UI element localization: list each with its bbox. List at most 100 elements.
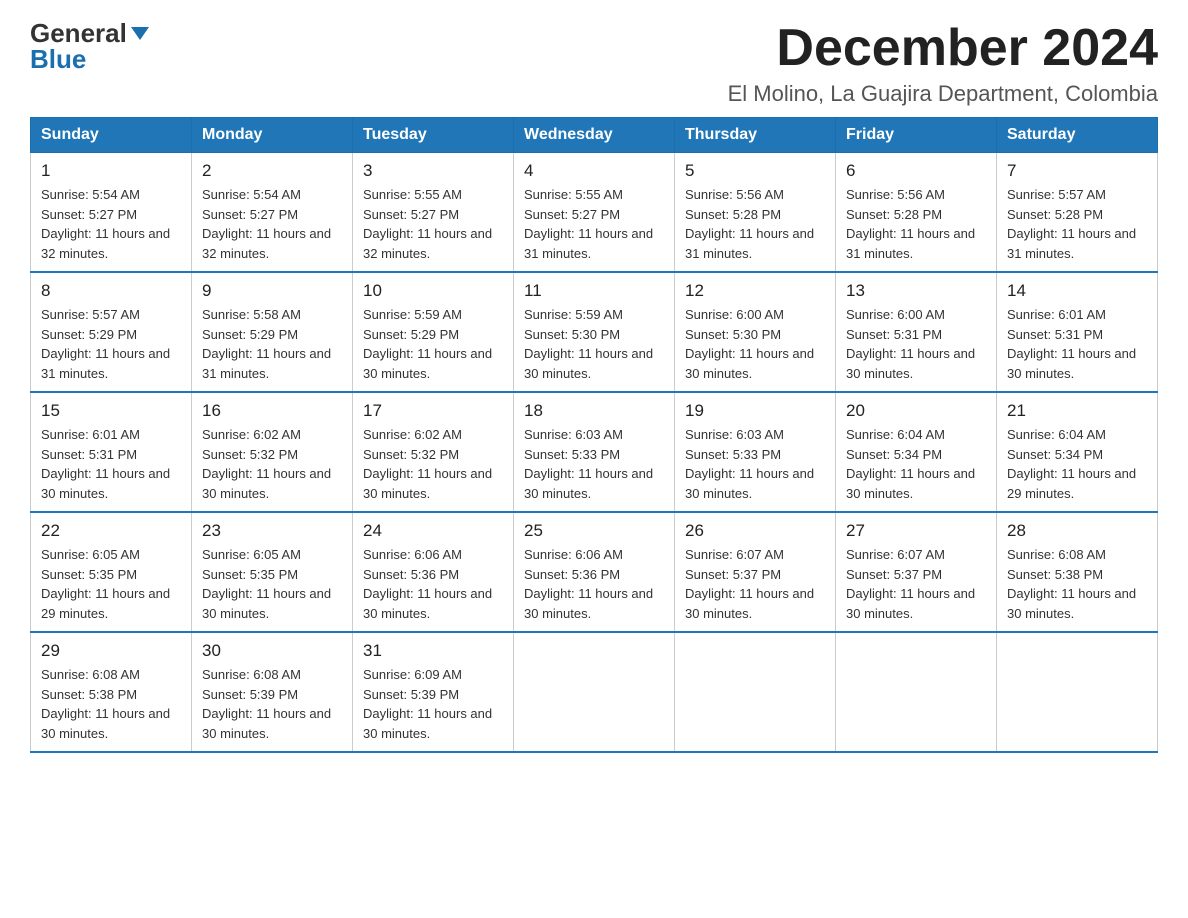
day-number: 13 — [846, 281, 986, 301]
day-info: Sunrise: 6:05 AMSunset: 5:35 PMDaylight:… — [202, 545, 342, 623]
day-number: 7 — [1007, 161, 1147, 181]
calendar-cell: 18 Sunrise: 6:03 AMSunset: 5:33 PMDaylig… — [514, 392, 675, 512]
calendar-cell — [675, 632, 836, 752]
calendar-cell: 15 Sunrise: 6:01 AMSunset: 5:31 PMDaylig… — [31, 392, 192, 512]
calendar-cell — [514, 632, 675, 752]
day-number: 5 — [685, 161, 825, 181]
day-info: Sunrise: 5:55 AMSunset: 5:27 PMDaylight:… — [524, 185, 664, 263]
calendar-cell: 20 Sunrise: 6:04 AMSunset: 5:34 PMDaylig… — [836, 392, 997, 512]
calendar-cell: 21 Sunrise: 6:04 AMSunset: 5:34 PMDaylig… — [997, 392, 1158, 512]
day-number: 29 — [41, 641, 181, 661]
day-info: Sunrise: 5:59 AMSunset: 5:29 PMDaylight:… — [363, 305, 503, 383]
day-number: 14 — [1007, 281, 1147, 301]
calendar-cell: 3 Sunrise: 5:55 AMSunset: 5:27 PMDayligh… — [353, 153, 514, 273]
calendar-cell: 29 Sunrise: 6:08 AMSunset: 5:38 PMDaylig… — [31, 632, 192, 752]
calendar-cell — [997, 632, 1158, 752]
day-number: 8 — [41, 281, 181, 301]
day-info: Sunrise: 6:05 AMSunset: 5:35 PMDaylight:… — [41, 545, 181, 623]
day-number: 23 — [202, 521, 342, 541]
day-number: 30 — [202, 641, 342, 661]
calendar-cell: 11 Sunrise: 5:59 AMSunset: 5:30 PMDaylig… — [514, 272, 675, 392]
calendar-cell: 16 Sunrise: 6:02 AMSunset: 5:32 PMDaylig… — [192, 392, 353, 512]
header-cell-monday: Monday — [192, 118, 353, 153]
calendar-cell: 31 Sunrise: 6:09 AMSunset: 5:39 PMDaylig… — [353, 632, 514, 752]
day-number: 25 — [524, 521, 664, 541]
calendar-cell: 9 Sunrise: 5:58 AMSunset: 5:29 PMDayligh… — [192, 272, 353, 392]
calendar-cell — [836, 632, 997, 752]
page-subtitle: El Molino, La Guajira Department, Colomb… — [728, 81, 1158, 107]
day-number: 11 — [524, 281, 664, 301]
day-info: Sunrise: 6:01 AMSunset: 5:31 PMDaylight:… — [1007, 305, 1147, 383]
day-number: 28 — [1007, 521, 1147, 541]
day-number: 19 — [685, 401, 825, 421]
day-info: Sunrise: 6:02 AMSunset: 5:32 PMDaylight:… — [363, 425, 503, 503]
day-info: Sunrise: 5:57 AMSunset: 5:29 PMDaylight:… — [41, 305, 181, 383]
day-number: 21 — [1007, 401, 1147, 421]
day-number: 17 — [363, 401, 503, 421]
day-info: Sunrise: 6:07 AMSunset: 5:37 PMDaylight:… — [846, 545, 986, 623]
header: General Blue December 2024 El Molino, La… — [30, 20, 1158, 107]
day-number: 26 — [685, 521, 825, 541]
logo: General Blue — [30, 20, 149, 72]
week-row-1: 1 Sunrise: 5:54 AMSunset: 5:27 PMDayligh… — [31, 153, 1158, 273]
calendar-cell: 12 Sunrise: 6:00 AMSunset: 5:30 PMDaylig… — [675, 272, 836, 392]
calendar-cell: 26 Sunrise: 6:07 AMSunset: 5:37 PMDaylig… — [675, 512, 836, 632]
calendar-cell: 27 Sunrise: 6:07 AMSunset: 5:37 PMDaylig… — [836, 512, 997, 632]
calendar-cell: 25 Sunrise: 6:06 AMSunset: 5:36 PMDaylig… — [514, 512, 675, 632]
day-info: Sunrise: 5:59 AMSunset: 5:30 PMDaylight:… — [524, 305, 664, 383]
logo-top-text: General — [30, 20, 149, 46]
day-number: 3 — [363, 161, 503, 181]
day-info: Sunrise: 6:02 AMSunset: 5:32 PMDaylight:… — [202, 425, 342, 503]
header-cell-friday: Friday — [836, 118, 997, 153]
day-info: Sunrise: 5:58 AMSunset: 5:29 PMDaylight:… — [202, 305, 342, 383]
day-info: Sunrise: 5:55 AMSunset: 5:27 PMDaylight:… — [363, 185, 503, 263]
calendar-cell: 8 Sunrise: 5:57 AMSunset: 5:29 PMDayligh… — [31, 272, 192, 392]
header-row: SundayMondayTuesdayWednesdayThursdayFrid… — [31, 118, 1158, 153]
calendar-cell: 7 Sunrise: 5:57 AMSunset: 5:28 PMDayligh… — [997, 153, 1158, 273]
day-info: Sunrise: 6:08 AMSunset: 5:38 PMDaylight:… — [41, 665, 181, 743]
header-cell-sunday: Sunday — [31, 118, 192, 153]
calendar-cell: 24 Sunrise: 6:06 AMSunset: 5:36 PMDaylig… — [353, 512, 514, 632]
header-cell-saturday: Saturday — [997, 118, 1158, 153]
day-info: Sunrise: 6:01 AMSunset: 5:31 PMDaylight:… — [41, 425, 181, 503]
week-row-2: 8 Sunrise: 5:57 AMSunset: 5:29 PMDayligh… — [31, 272, 1158, 392]
day-number: 1 — [41, 161, 181, 181]
day-number: 15 — [41, 401, 181, 421]
day-info: Sunrise: 5:57 AMSunset: 5:28 PMDaylight:… — [1007, 185, 1147, 263]
calendar-cell: 10 Sunrise: 5:59 AMSunset: 5:29 PMDaylig… — [353, 272, 514, 392]
day-number: 16 — [202, 401, 342, 421]
calendar-cell: 30 Sunrise: 6:08 AMSunset: 5:39 PMDaylig… — [192, 632, 353, 752]
day-info: Sunrise: 6:08 AMSunset: 5:39 PMDaylight:… — [202, 665, 342, 743]
calendar-header: SundayMondayTuesdayWednesdayThursdayFrid… — [31, 118, 1158, 153]
calendar-cell: 13 Sunrise: 6:00 AMSunset: 5:31 PMDaylig… — [836, 272, 997, 392]
day-number: 9 — [202, 281, 342, 301]
day-number: 12 — [685, 281, 825, 301]
calendar-cell: 4 Sunrise: 5:55 AMSunset: 5:27 PMDayligh… — [514, 153, 675, 273]
day-number: 4 — [524, 161, 664, 181]
day-number: 31 — [363, 641, 503, 661]
day-number: 6 — [846, 161, 986, 181]
day-number: 2 — [202, 161, 342, 181]
day-info: Sunrise: 6:04 AMSunset: 5:34 PMDaylight:… — [1007, 425, 1147, 503]
day-info: Sunrise: 6:03 AMSunset: 5:33 PMDaylight:… — [524, 425, 664, 503]
calendar-cell: 22 Sunrise: 6:05 AMSunset: 5:35 PMDaylig… — [31, 512, 192, 632]
calendar-cell: 6 Sunrise: 5:56 AMSunset: 5:28 PMDayligh… — [836, 153, 997, 273]
calendar-table: SundayMondayTuesdayWednesdayThursdayFrid… — [30, 117, 1158, 753]
calendar-body: 1 Sunrise: 5:54 AMSunset: 5:27 PMDayligh… — [31, 153, 1158, 753]
day-info: Sunrise: 6:07 AMSunset: 5:37 PMDaylight:… — [685, 545, 825, 623]
logo-bottom-text: Blue — [30, 46, 149, 72]
day-number: 22 — [41, 521, 181, 541]
header-cell-tuesday: Tuesday — [353, 118, 514, 153]
day-info: Sunrise: 5:54 AMSunset: 5:27 PMDaylight:… — [41, 185, 181, 263]
day-info: Sunrise: 5:56 AMSunset: 5:28 PMDaylight:… — [685, 185, 825, 263]
day-number: 18 — [524, 401, 664, 421]
week-row-3: 15 Sunrise: 6:01 AMSunset: 5:31 PMDaylig… — [31, 392, 1158, 512]
week-row-5: 29 Sunrise: 6:08 AMSunset: 5:38 PMDaylig… — [31, 632, 1158, 752]
day-info: Sunrise: 6:09 AMSunset: 5:39 PMDaylight:… — [363, 665, 503, 743]
calendar-cell: 14 Sunrise: 6:01 AMSunset: 5:31 PMDaylig… — [997, 272, 1158, 392]
title-area: December 2024 El Molino, La Guajira Depa… — [728, 20, 1158, 107]
day-info: Sunrise: 6:00 AMSunset: 5:30 PMDaylight:… — [685, 305, 825, 383]
day-number: 27 — [846, 521, 986, 541]
day-number: 20 — [846, 401, 986, 421]
calendar-cell: 5 Sunrise: 5:56 AMSunset: 5:28 PMDayligh… — [675, 153, 836, 273]
